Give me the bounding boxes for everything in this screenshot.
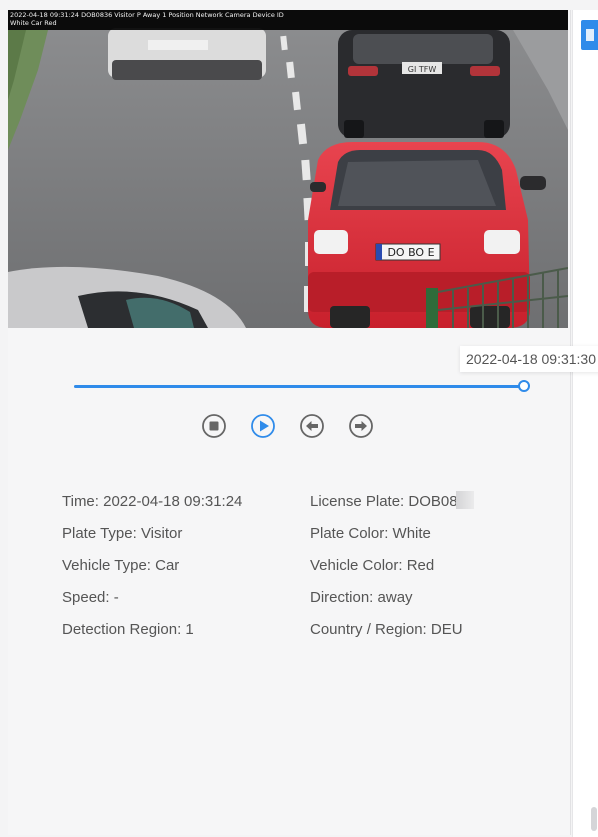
playback-controls [200, 412, 380, 440]
play-icon [251, 414, 275, 438]
pane-toggle-button[interactable] [581, 20, 598, 50]
rear-plate-text: GI TFW [408, 65, 437, 74]
license-plate-text: License Plate: DOB08 [310, 493, 458, 510]
video-overlay-caption: 2022-04-18 09:31:24 DOB0836 Visitor P Aw… [8, 10, 568, 30]
stop-button[interactable] [200, 412, 228, 440]
timeline-handle[interactable] [518, 380, 530, 392]
next-button[interactable] [347, 412, 375, 440]
play-button[interactable] [249, 412, 277, 440]
overlay-line-2: White Car Red [10, 19, 57, 27]
detail-detection-region: Detection Region: 1 [62, 621, 194, 638]
playback-timeline-slider[interactable] [74, 380, 530, 392]
timeline-tooltip: 2022-04-18 09:31:30 [460, 346, 598, 372]
front-plate-text: DO BO E [387, 246, 434, 259]
arrow-right-icon [349, 414, 373, 438]
detail-country-region: Country / Region: DEU [310, 621, 463, 638]
detail-row: Plate Type: Visitor Plate Color: White [62, 523, 542, 545]
plate-redaction [455, 491, 474, 509]
previous-button[interactable] [298, 412, 326, 440]
arrow-left-icon [300, 414, 324, 438]
snapshot-image: GI TFW DO BO E 2022-04-18 09:31:24 DOB08… [8, 10, 568, 328]
detail-license-plate: License Plate: DOB08 [310, 491, 474, 513]
detail-vehicle-type: Vehicle Type: Car [62, 557, 180, 574]
timeline-progress [74, 385, 524, 388]
detail-plate-type: Plate Type: Visitor [62, 525, 183, 542]
stop-icon [202, 414, 226, 438]
road-scene-image: GI TFW DO BO E [8, 10, 568, 328]
detail-row: Speed: - Direction: away [62, 587, 542, 609]
detail-plate-color: Plate Color: White [310, 525, 431, 542]
detail-row: Vehicle Type: Car Vehicle Color: Red [62, 555, 542, 577]
side-pane [572, 10, 598, 837]
scrollbar[interactable] [591, 807, 597, 831]
detail-row: Time: 2022-04-18 09:31:24 License Plate:… [62, 491, 542, 513]
overlay-line-1: 2022-04-18 09:31:24 DOB0836 Visitor P Aw… [10, 11, 284, 19]
detail-time: Time: 2022-04-18 09:31:24 [62, 493, 243, 510]
detail-speed: Speed: - [62, 589, 119, 606]
detail-row: Detection Region: 1 Country / Region: DE… [62, 619, 542, 641]
detail-direction: Direction: away [310, 589, 413, 606]
detail-vehicle-color: Vehicle Color: Red [310, 557, 435, 574]
